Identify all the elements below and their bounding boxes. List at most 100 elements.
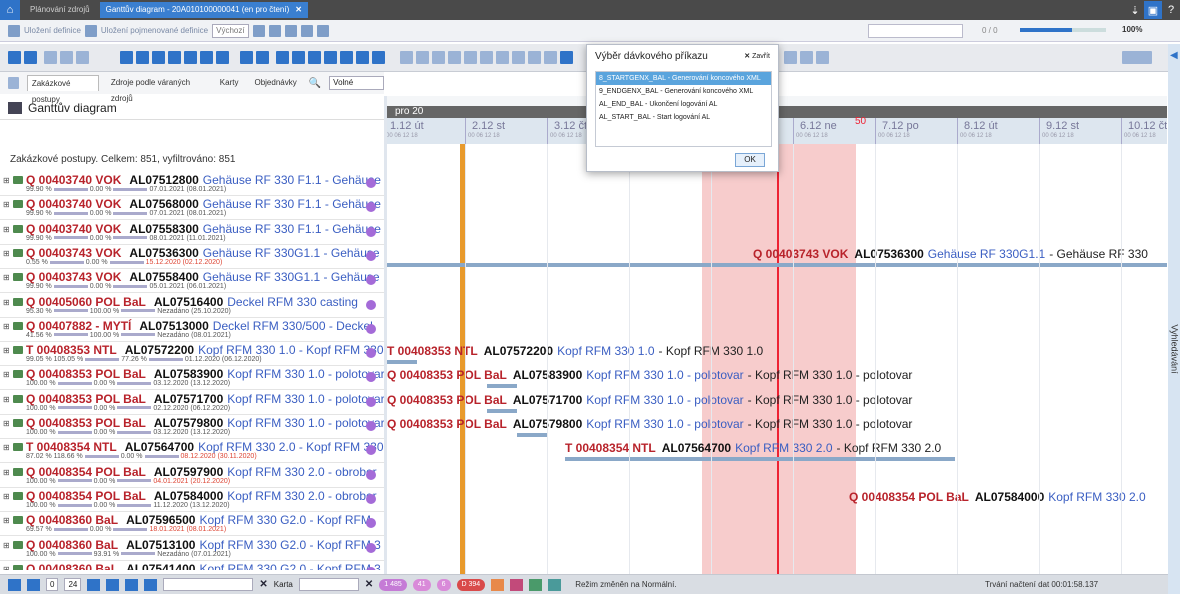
info-icon[interactable] — [300, 24, 313, 37]
table-row[interactable]: ⊞ Q 00407882 - MYTÍ AL07513000 Deckel RFM 3… — [0, 318, 384, 342]
gantt-bar[interactable] — [487, 384, 517, 389]
gantt-bar[interactable] — [387, 360, 417, 365]
toolbar-button-3[interactable] — [120, 51, 133, 64]
settings-dropdown[interactable] — [1122, 51, 1152, 64]
toolbar-button-12[interactable] — [276, 51, 289, 64]
expand-icon[interactable]: ⊞ — [3, 370, 10, 379]
tab-resources[interactable]: Zdroje podle váraných zdrojů — [107, 75, 208, 103]
gantt-task-label[interactable]: T 00408353 NTL AL07572200 Kopf RFM 330 1.0… — [387, 344, 763, 358]
toolbar-button-31[interactable] — [800, 51, 813, 64]
toolbar-button-17[interactable] — [356, 51, 369, 64]
toolbar-button-5[interactable] — [152, 51, 165, 64]
clear-karta-icon[interactable]: ✕ — [365, 579, 373, 590]
toolbar-button-16[interactable] — [340, 51, 353, 64]
close-tab-icon[interactable]: ✕ — [295, 5, 302, 14]
status-button-10[interactable] — [548, 578, 562, 591]
toolbar-button-29[interactable] — [560, 51, 573, 64]
toolbar-button-6[interactable] — [168, 51, 181, 64]
list-icon[interactable] — [316, 24, 329, 37]
toolbar-button-27[interactable] — [528, 51, 541, 64]
count-pill-3[interactable]: 6 — [436, 578, 451, 591]
toolbar-button-11[interactable] — [256, 51, 269, 64]
status-button-3[interactable] — [87, 578, 101, 591]
gantt-bar[interactable] — [387, 262, 1167, 267]
expand-icon[interactable]: ⊞ — [3, 225, 10, 234]
save-named-icon[interactable] — [84, 24, 97, 37]
status-button-9[interactable] — [529, 578, 543, 591]
collapse-icon[interactable]: ◀ — [1170, 50, 1178, 61]
table-row[interactable]: ⊞ Q 00403740 VOK AL07568000 Gehäuse RF 330 … — [0, 196, 384, 221]
gantt-bar[interactable] — [565, 457, 955, 462]
expand-icon[interactable]: ⊞ — [3, 541, 10, 550]
command-item[interactable]: 9_ENDGENX_BAL - Generování koncového XML — [596, 85, 771, 98]
table-row[interactable]: ⊞ Q 00408353 POL BaL AL07583900 Kopf RFM 33… — [0, 366, 384, 391]
toolbar-button-8[interactable] — [200, 51, 213, 64]
expand-icon[interactable]: ⊞ — [3, 249, 10, 258]
right-panel[interactable]: ◀ Vyhledávání — [1168, 44, 1180, 594]
filter-input[interactable] — [163, 578, 254, 591]
status-button-2[interactable] — [27, 578, 40, 591]
table-row[interactable]: ⊞ Q 00403740 VOK AL07512800 Gehäuse RF 330 … — [0, 172, 384, 196]
toolbar-button-7[interactable] — [184, 51, 197, 64]
table-row[interactable]: ⊞ Q 00403740 VOK AL07558300 Gehäuse RF 330 … — [0, 221, 384, 245]
table-row[interactable]: ⊞ Q 00408353 POL BaL AL07579800 Kopf RFM 33… — [0, 415, 384, 439]
filter-select[interactable]: Volné — [329, 76, 384, 90]
table-row[interactable]: ⊞ Q 00408353 POL BaL AL07571700 Kopf RFM 33… — [0, 391, 384, 415]
expand-icon[interactable]: ⊞ — [3, 176, 10, 185]
zoom-slider[interactable] — [1020, 28, 1106, 32]
toolbar-button-20[interactable] — [416, 51, 429, 64]
expand-icon[interactable]: ⊞ — [3, 200, 10, 209]
save-named-definition-button[interactable]: Uložení pojmenované definice — [101, 26, 208, 35]
command-item[interactable]: 8_STARTGENX_BAL - Generování koncového X… — [596, 72, 771, 85]
toolbar-button-28[interactable] — [544, 51, 557, 64]
expand-icon[interactable]: ⊞ — [3, 298, 10, 307]
gantt-task-label[interactable]: T 00408354 NTL AL07564700 Kopf RFM 330 2.0… — [565, 441, 941, 455]
toolbar-button-4[interactable] — [136, 51, 149, 64]
toolbar-button-32[interactable] — [816, 51, 829, 64]
toolbar-button-26[interactable] — [512, 51, 525, 64]
command-list[interactable]: 8_STARTGENX_BAL - Generování koncového X… — [595, 71, 772, 147]
window-icon[interactable]: ▣ — [1144, 1, 1162, 19]
gantt-bar[interactable] — [517, 433, 547, 437]
search-input[interactable] — [868, 24, 963, 38]
expand-icon[interactable]: ⊞ — [3, 492, 10, 501]
toolbar-button-21[interactable] — [432, 51, 445, 64]
panel-toggle-icon[interactable] — [8, 77, 19, 89]
page-input[interactable]: 0 — [46, 578, 59, 591]
toolbar-button-25[interactable] — [496, 51, 509, 64]
toolbar-button-10[interactable] — [240, 51, 253, 64]
gantt-task-label[interactable]: Q 00403743 VOK AL07536300 Gehäuse RF 330G1… — [753, 247, 1148, 261]
table-row[interactable]: ⊞ T 00408353 NTL AL07572200 Kopf RFM 330 1.… — [0, 342, 384, 367]
status-button-8[interactable] — [510, 578, 524, 591]
home-icon[interactable]: ⌂ — [0, 0, 20, 20]
table-row[interactable]: ⊞ Q 00403743 VOK AL07536300 Gehäuse RF 330G… — [0, 245, 384, 269]
table-row[interactable]: ⊞ Q 00405060 POL BaL AL07516400 Deckel RFM … — [0, 294, 384, 318]
help-icon[interactable]: ? — [1162, 1, 1180, 19]
toolbar-button-13[interactable] — [292, 51, 305, 64]
dialog-close-button[interactable]: ✕ Zavřít — [744, 52, 770, 60]
table-row[interactable]: ⊞ Q 00408360 BaL AL07541400 Kopf RFM 330 G2… — [0, 561, 384, 570]
expand-icon[interactable]: ⊞ — [3, 516, 10, 525]
status-button-7[interactable] — [491, 578, 505, 591]
table-row[interactable]: ⊞ Q 00408354 POL BaL AL07597900 Kopf RFM 33… — [0, 464, 384, 488]
table-row[interactable]: ⊞ Q 00408360 BaL AL07513100 Kopf RFM 330 G2… — [0, 537, 384, 561]
search-panel-label[interactable]: Vyhledávání — [1170, 324, 1180, 373]
expand-icon[interactable]: ⊞ — [3, 346, 10, 355]
status-button-1[interactable] — [8, 578, 21, 591]
search-icon[interactable]: 🔍 — [309, 78, 321, 89]
karta-input[interactable] — [298, 578, 359, 591]
command-item[interactable]: AL_END_BAL - Ukončení logování AL — [596, 98, 771, 111]
table-row[interactable]: ⊞ Q 00403743 VOK AL07558400 Gehäuse RF 330G… — [0, 269, 384, 294]
table-row[interactable]: ⊞ T 00408354 NTL AL07564700 Kopf RFM 330 2.… — [0, 439, 384, 464]
toolbar-button-22[interactable] — [448, 51, 461, 64]
ok-button[interactable]: OK — [735, 153, 765, 167]
count-pill-2[interactable]: 41 — [412, 578, 431, 591]
status-button-4[interactable] — [106, 578, 120, 591]
toolbar-button-14[interactable] — [308, 51, 321, 64]
expand-icon[interactable]: ⊞ — [3, 419, 10, 428]
back-icon[interactable] — [44, 51, 57, 64]
next-icon[interactable] — [76, 51, 89, 64]
toolbar-button-23[interactable] — [464, 51, 477, 64]
table-row[interactable]: ⊞ Q 00408354 POL BaL AL07584000 Kopf RFM 33… — [0, 488, 384, 512]
gantt-bar[interactable] — [487, 408, 517, 413]
